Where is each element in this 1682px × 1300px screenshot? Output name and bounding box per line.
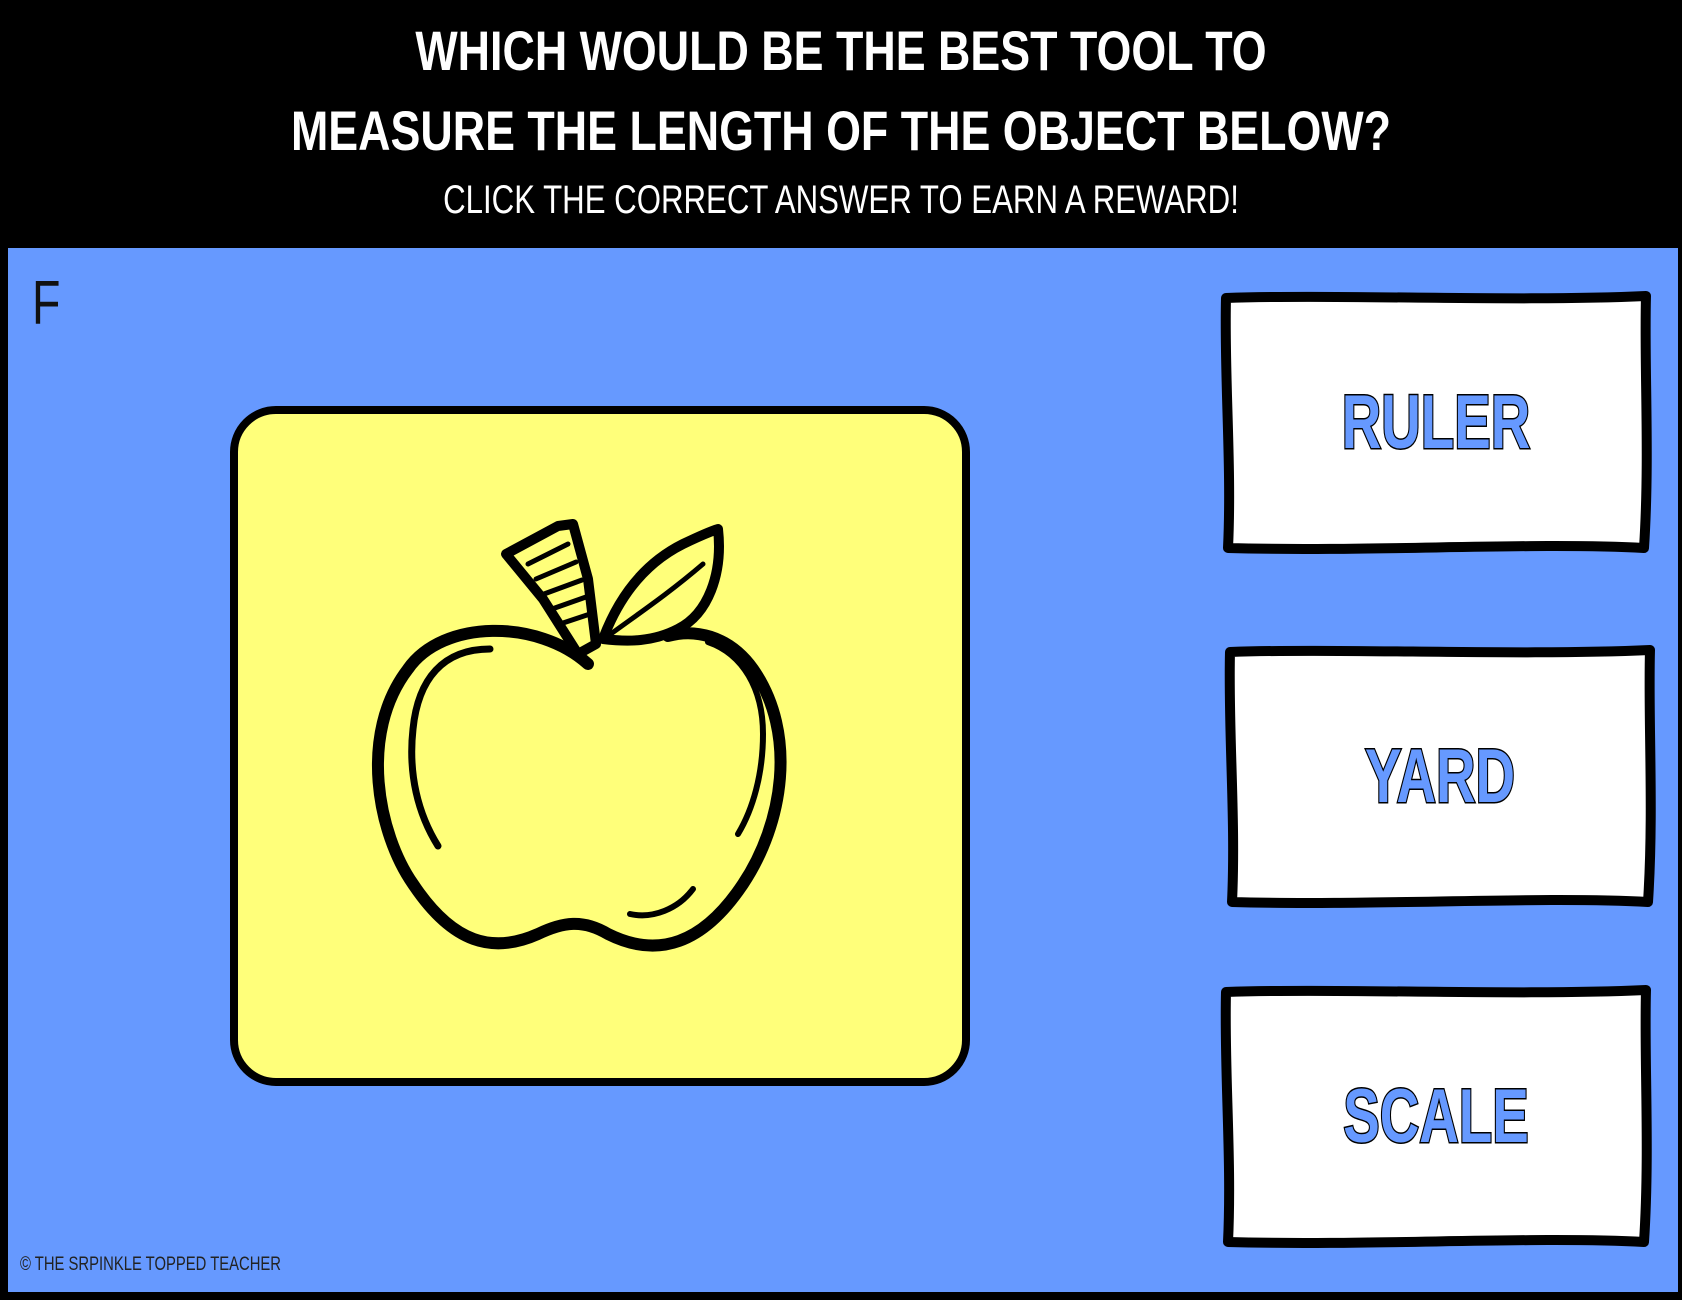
copyright-text: © THE SRPINKLE TOPPED TEACHER xyxy=(20,1254,282,1275)
instruction-text: CLICK THE CORRECT ANSWER TO EARN A REWAR… xyxy=(443,178,1239,222)
question-header: WHICH WOULD BE THE BEST TOOL TO MEASURE … xyxy=(0,0,1682,248)
slide-letter: F xyxy=(32,269,61,338)
quiz-slide: WHICH WOULD BE THE BEST TOOL TO MEASURE … xyxy=(0,0,1682,1300)
answer-stage: F RULER YARD SCALE © THE SRPINKLE TOPPED… xyxy=(8,248,1678,1292)
answer-label: YARD STICK xyxy=(1357,733,1523,1095)
answer-label: SCALE xyxy=(1342,1073,1530,1161)
question-line-2: MEASURE THE LENGTH OF THE OBJECT BELOW? xyxy=(290,99,1392,162)
answer-button-scale[interactable]: SCALE xyxy=(1216,980,1656,1254)
object-card xyxy=(230,406,970,1086)
apple-icon xyxy=(371,519,787,952)
answer-button-ruler[interactable]: RULER xyxy=(1216,286,1656,560)
question-line-1: WHICH WOULD BE THE BEST TOOL TO xyxy=(415,19,1267,82)
answer-button-yard-stick[interactable]: YARD STICK xyxy=(1220,640,1660,1095)
answer-label: RULER xyxy=(1341,379,1532,467)
